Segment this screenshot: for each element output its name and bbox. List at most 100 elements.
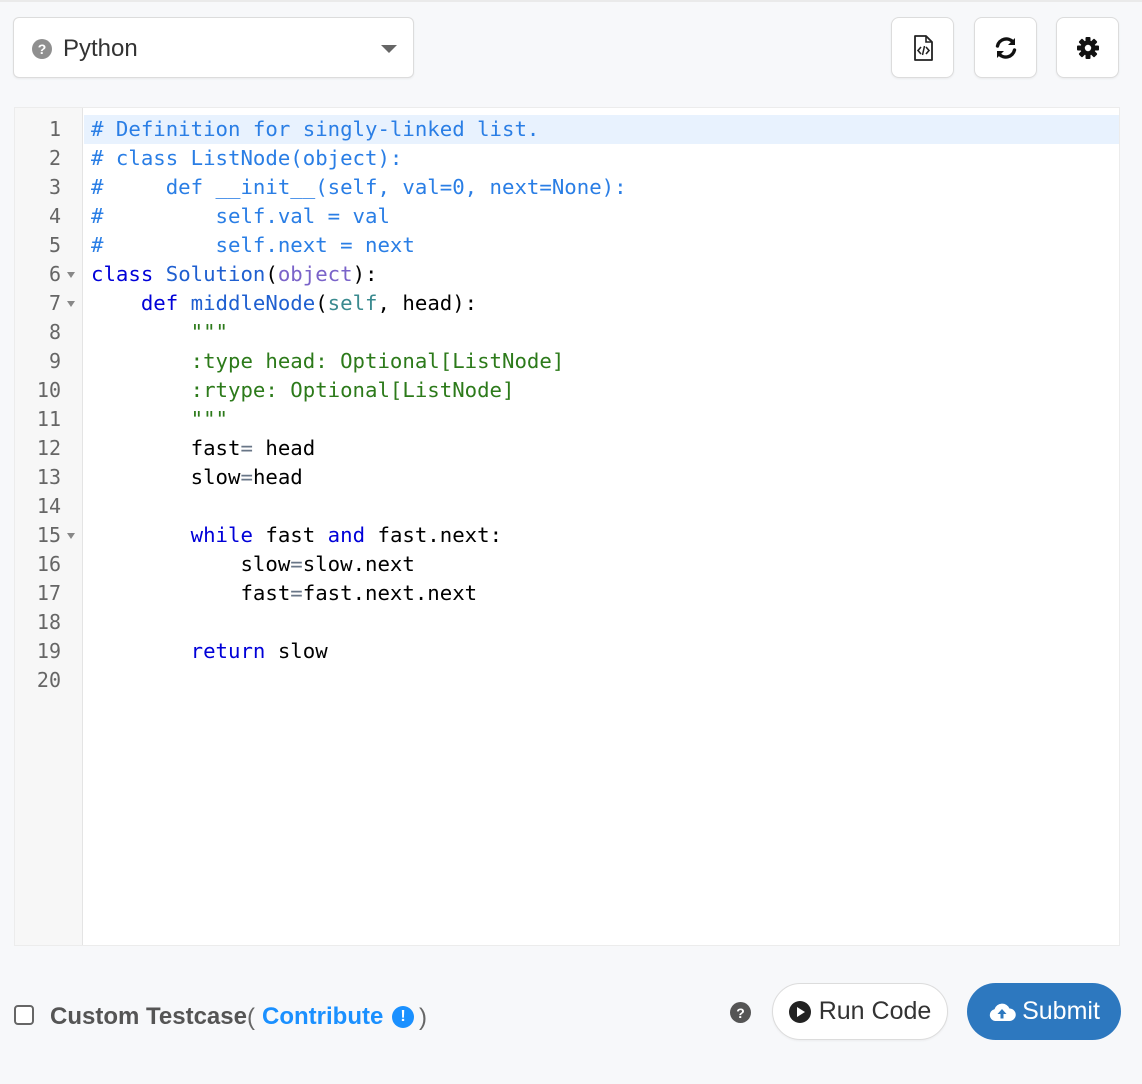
code-line[interactable]: def middleNode(self, head):	[91, 289, 477, 318]
line-number: 16	[36, 552, 61, 576]
code-token: fast.next.next	[302, 581, 478, 605]
line-number: 2	[48, 146, 61, 170]
run-code-button[interactable]: Run Code	[772, 983, 948, 1040]
code-token: while	[91, 523, 253, 547]
code-line[interactable]: while fast and fast.next:	[91, 521, 502, 550]
code-line[interactable]: slow=slow.next	[91, 550, 415, 579]
settings-button[interactable]	[1056, 17, 1119, 78]
cloud-upload-icon	[989, 1003, 1016, 1021]
code-token: :rtype: Optional[ListNode]	[91, 378, 515, 402]
line-number: 14	[36, 494, 61, 518]
code-token: # Definition for singly-linked list.	[91, 117, 540, 141]
line-number: 12	[36, 436, 61, 460]
code-token: return	[91, 639, 266, 663]
code-editor[interactable]: 1 2 3 4 5 6 7 8 9 10 11 12 13 14 15 16 17 18 19 20 # Defini…	[14, 107, 1120, 946]
code-token: self	[327, 291, 378, 315]
question-circle-icon[interactable]: ?	[32, 39, 52, 59]
question-circle-icon[interactable]: ?	[730, 1002, 751, 1023]
code-line[interactable]: :type head: Optional[ListNode]	[91, 347, 565, 376]
code-token: =	[240, 436, 253, 460]
line-number: 19	[36, 639, 61, 663]
line-number: 3	[48, 175, 61, 199]
line-number: 13	[36, 465, 61, 489]
language-select-value: Python	[63, 35, 138, 62]
code-token: slow.next	[302, 552, 415, 576]
line-number: 17	[36, 581, 61, 605]
code-token: =	[290, 581, 303, 605]
code-token: # self.next = next	[91, 233, 415, 257]
code-token: (	[315, 291, 328, 315]
code-token: =	[240, 465, 253, 489]
custom-testcase-checkbox[interactable]	[14, 1005, 34, 1025]
code-token: """	[91, 320, 229, 344]
line-number: 20	[36, 668, 61, 692]
code-token: slow	[265, 639, 328, 663]
line-number: 8	[48, 320, 61, 344]
code-token: Solution	[165, 262, 266, 286]
line-number: 5	[48, 233, 61, 257]
code-line[interactable]: # class ListNode(object):	[91, 144, 402, 173]
paren-open: (	[247, 1004, 255, 1031]
code-token: middleNode	[190, 291, 316, 315]
code-token: slow	[91, 465, 241, 489]
code-line[interactable]: # def __init__(self, val=0, next=None):	[91, 173, 627, 202]
submit-button[interactable]: Submit	[967, 983, 1121, 1040]
line-number: 18	[36, 610, 61, 634]
code-line[interactable]: return slow	[91, 637, 328, 666]
submit-label: Submit	[1022, 997, 1100, 1025]
line-number: 11	[36, 407, 61, 431]
code-token: slow	[91, 552, 291, 576]
code-token: (	[265, 262, 278, 286]
language-select[interactable]: ? Python	[13, 17, 414, 78]
code-line[interactable]: :rtype: Optional[ListNode]	[91, 376, 515, 405]
gear-icon	[1076, 36, 1099, 59]
line-number: 1	[48, 117, 61, 141]
paren-close: )	[419, 1004, 427, 1031]
caret-down-icon	[381, 45, 397, 53]
line-number: 4	[48, 204, 61, 228]
code-line[interactable]: # self.next = next	[91, 231, 415, 260]
code-line[interactable]: """	[91, 405, 228, 434]
code-token: fast	[91, 436, 241, 460]
code-token: head	[252, 436, 316, 460]
code-token: ):	[352, 262, 378, 286]
code-token: and	[327, 523, 366, 547]
code-token: fast.next:	[365, 523, 503, 547]
view-code-file-button[interactable]	[891, 17, 954, 78]
top-divider	[0, 0, 1142, 2]
code-token: , head):	[377, 291, 478, 315]
code-token: def	[91, 291, 191, 315]
code-token: # self.val = val	[91, 204, 390, 228]
code-line[interactable]: """	[91, 318, 228, 347]
code-line[interactable]: # self.val = val	[91, 202, 390, 231]
play-circle-icon	[788, 1000, 811, 1023]
code-token: # class ListNode(object):	[91, 146, 403, 170]
line-number: 9	[48, 349, 61, 373]
code-token: :type head: Optional[ListNode]	[91, 349, 565, 373]
reset-code-button[interactable]	[974, 17, 1037, 78]
code-line[interactable]: fast=fast.next.next	[91, 579, 477, 608]
code-token: fast	[252, 523, 328, 547]
line-number-gutter: 1 2 3 4 5 6 7 8 9 10 11 12 13 14 15 16 17 18 19 20	[15, 108, 83, 945]
code-token: =	[290, 552, 303, 576]
line-number: 7	[48, 291, 61, 315]
code-line[interactable]: class Solution(object):	[91, 260, 378, 289]
code-token: """	[91, 407, 229, 431]
custom-testcase-label: Custom Testcase	[50, 1003, 247, 1030]
code-file-icon	[913, 34, 933, 61]
code-line[interactable]: # Definition for singly-linked list.	[91, 115, 539, 144]
contribute-link[interactable]: Contribute	[262, 1003, 383, 1031]
code-token: fast	[91, 581, 291, 605]
fold-toggle-icon[interactable]	[67, 301, 75, 307]
code-line[interactable]: slow=head	[91, 463, 303, 492]
fold-toggle-icon[interactable]	[67, 533, 75, 539]
fold-toggle-icon[interactable]	[67, 272, 75, 278]
code-line[interactable]: fast= head	[91, 434, 316, 463]
run-code-label: Run Code	[818, 997, 932, 1025]
line-number: 15	[36, 523, 61, 547]
exclamation-circle-icon[interactable]: !	[392, 1006, 414, 1028]
code-token: head	[252, 465, 303, 489]
code-token: object	[277, 262, 353, 286]
line-number: 6	[48, 262, 61, 286]
line-number: 10	[36, 378, 61, 402]
